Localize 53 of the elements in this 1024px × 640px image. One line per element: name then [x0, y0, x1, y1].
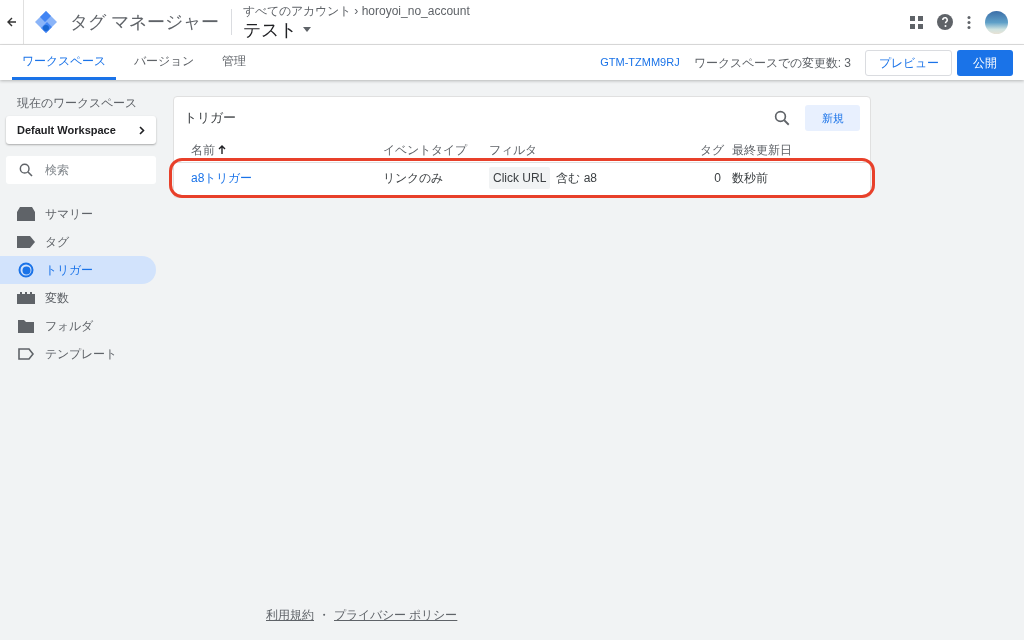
trigger-row[interactable]: a8トリガー リンクのみ Click URL 含む a8 0 数秒前: [174, 163, 870, 193]
blocks-icon: [17, 292, 35, 304]
column-header: タグ: [700, 141, 724, 159]
back-arrow-icon[interactable]: [6, 17, 17, 27]
workspace-selector[interactable]: Default Workspace: [6, 116, 156, 144]
container-selector[interactable]: テスト: [243, 18, 470, 41]
diamond-logo-icon: [34, 10, 58, 34]
nav-item[interactable]: サマリー: [0, 200, 156, 228]
tab[interactable]: バージョン: [124, 45, 204, 80]
app-title: タグ マネージャー: [70, 10, 219, 34]
column-header: フィルタ: [489, 141, 538, 159]
column-header: イベントタイプ: [383, 141, 469, 159]
updated-cell-text: 数秒前: [732, 170, 769, 187]
search-field[interactable]: 検索: [6, 156, 156, 184]
nav-item[interactable]: テンプレート: [0, 340, 156, 368]
publish-button[interactable]: 公開: [957, 49, 1013, 76]
filter-condition: 含む a8: [556, 170, 598, 187]
terms-link[interactable]: 利用規約: [266, 606, 314, 624]
tag-count-cell-text: 0: [714, 170, 721, 187]
account-breadcrumb[interactable]: すべてのアカウント › horoyoi_no_account: [243, 3, 470, 19]
tray-icon: [17, 207, 35, 221]
tab[interactable]: 管理: [212, 45, 256, 80]
avatar[interactable]: [985, 10, 1008, 34]
label-icon: [17, 236, 35, 248]
trigger-name-link[interactable]: a8トリガー: [191, 169, 383, 187]
change-count: ワークスペースでの変更数: 3: [693, 54, 851, 72]
column-header: 最終更新日: [732, 141, 793, 159]
label-outline-icon: [18, 348, 34, 360]
card-title: トリガー: [184, 109, 236, 128]
container-id[interactable]: GTM-TZMM9RJ: [600, 54, 680, 71]
column-header[interactable]: 名前: [191, 140, 383, 159]
nav-item[interactable]: トリガー: [0, 256, 156, 284]
search-icon[interactable]: [18, 162, 34, 178]
footer-separator: ・: [318, 607, 330, 624]
help-icon[interactable]: [937, 14, 953, 30]
search-icon[interactable]: [773, 109, 791, 127]
tab[interactable]: ワークスペース: [12, 45, 116, 80]
apps-grid-icon[interactable]: [910, 15, 923, 29]
folder-icon: [18, 319, 34, 333]
nav-item[interactable]: 変数: [0, 284, 156, 312]
trigger-icon: [18, 262, 34, 278]
event-type-cell-text: リンクのみ: [383, 170, 444, 187]
sort-arrow-up-icon: [218, 145, 226, 154]
more-vertical-icon[interactable]: [967, 15, 971, 29]
privacy-link[interactable]: プライバシー ポリシー: [334, 606, 458, 624]
nav-item[interactable]: タグ: [0, 228, 156, 256]
dropdown-caret-icon: [303, 27, 311, 32]
nav-item[interactable]: フォルダ: [0, 312, 156, 340]
workspace-label: 現在のワークスペース: [17, 95, 138, 112]
preview-button[interactable]: プレビュー: [865, 49, 952, 76]
chevron-right-icon: [139, 125, 145, 135]
variable-chip: Click URL: [489, 167, 551, 189]
new-button[interactable]: 新規: [805, 105, 860, 131]
